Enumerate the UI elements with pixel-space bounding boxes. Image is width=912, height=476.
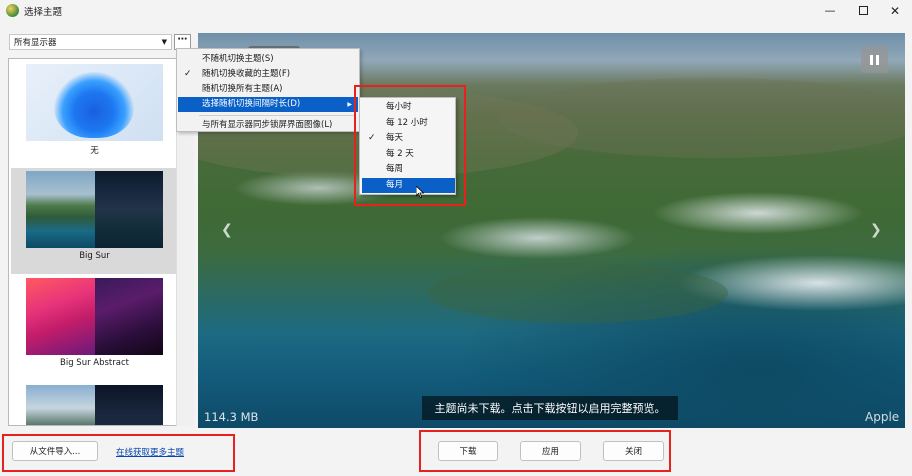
submenu-arrow-icon: ▶ bbox=[347, 101, 352, 108]
maximize-button[interactable] bbox=[846, 0, 880, 21]
theme-thumbnail bbox=[26, 64, 163, 141]
pause-button[interactable] bbox=[861, 46, 888, 73]
menu-item-shuffle-all[interactable]: 随机切换所有主题(A) bbox=[178, 82, 358, 97]
theme-item-big-sur-abstract[interactable]: Big Sur Abstract bbox=[11, 275, 178, 381]
apply-button[interactable]: 应用 bbox=[520, 441, 581, 461]
theme-thumbnail bbox=[26, 278, 163, 355]
download-button[interactable]: 下载 bbox=[438, 441, 498, 461]
theme-thumbnail bbox=[26, 385, 163, 425]
theme-list[interactable]: 无 Big Sur Big Sur Abstract bbox=[8, 58, 194, 426]
theme-label: Big Sur Abstract bbox=[60, 358, 129, 368]
import-from-file-button[interactable]: 从文件导入... bbox=[12, 441, 98, 461]
minimize-button[interactable]: — bbox=[813, 0, 847, 21]
minimize-icon: — bbox=[824, 4, 836, 17]
download-status-banner: 主题尚未下载。点击下载按钮以启用完整预览。 bbox=[422, 396, 678, 420]
close-icon: ✕ bbox=[889, 3, 901, 18]
app-icon bbox=[6, 4, 19, 17]
chevron-right-icon[interactable]: ❯ bbox=[870, 222, 882, 238]
menu-item-shuffle-favorites[interactable]: ✓ 随机切换收藏的主题(F) bbox=[178, 67, 358, 82]
highlight-box-submenu bbox=[354, 85, 466, 206]
checkmark-icon: ✓ bbox=[184, 69, 192, 79]
chevron-left-icon[interactable]: ❮ bbox=[221, 222, 233, 238]
menu-item-label: 选择随机切换间隔时长(D) bbox=[202, 99, 301, 109]
window-title: 选择主题 bbox=[24, 7, 63, 18]
theme-label: Big Sur bbox=[79, 251, 110, 261]
title-bar: 选择主题 — ✕ bbox=[0, 0, 912, 21]
menu-item-no-shuffle[interactable]: 不随机切换主题(S) bbox=[178, 52, 358, 67]
theme-item-big-sur[interactable]: Big Sur bbox=[11, 168, 178, 274]
pause-icon bbox=[870, 54, 873, 65]
close-window-button[interactable]: ✕ bbox=[878, 0, 912, 21]
menu-item-shuffle-interval[interactable]: 选择随机切换间隔时长(D) ▶ bbox=[178, 97, 358, 112]
menu-item-label: 不随机切换主题(S) bbox=[202, 54, 274, 64]
theme-item-none[interactable]: 无 bbox=[11, 61, 178, 167]
menu-item-sync-lockscreen[interactable]: 与所有显示器同步锁屏界面图像(L) bbox=[178, 118, 358, 133]
menu-separator bbox=[199, 115, 355, 116]
menu-item-label: 随机切换收藏的主题(F) bbox=[202, 69, 291, 79]
close-button[interactable]: 关闭 bbox=[603, 441, 664, 461]
theme-item-catalina[interactable] bbox=[11, 382, 178, 425]
menu-item-label: 与所有显示器同步锁屏界面图像(L) bbox=[202, 120, 333, 130]
theme-thumbnail bbox=[26, 171, 163, 248]
theme-label: 无 bbox=[90, 146, 99, 156]
theme-author-label: Apple bbox=[865, 410, 900, 424]
monitor-select[interactable]: 所有显示器 ▼ bbox=[9, 34, 172, 50]
chevron-down-icon: ▼ bbox=[161, 38, 167, 46]
theme-size-label: 114.3 MB bbox=[204, 410, 259, 424]
menu-item-label: 随机切换所有主题(A) bbox=[202, 84, 283, 94]
maximize-icon bbox=[858, 6, 868, 15]
monitor-select-value: 所有显示器 bbox=[14, 38, 57, 48]
get-more-themes-link[interactable]: 在线获取更多主题 bbox=[116, 446, 184, 458]
context-menu: 不随机切换主题(S) ✓ 随机切换收藏的主题(F) 随机切换所有主题(A) 选择… bbox=[176, 48, 360, 132]
